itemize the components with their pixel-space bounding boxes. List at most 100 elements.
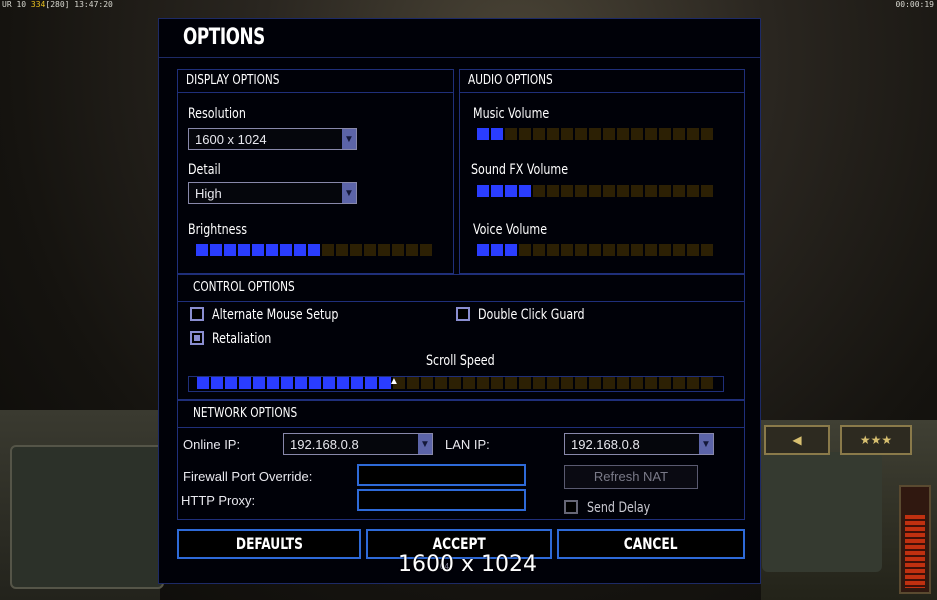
brightness-segment[interactable] <box>196 244 208 256</box>
scroll-speed-segment[interactable] <box>701 377 713 389</box>
sfx-volume-segment[interactable] <box>673 185 685 197</box>
brightness-segment[interactable] <box>420 244 432 256</box>
scroll-speed-segment[interactable] <box>267 377 279 389</box>
sfx-volume-segment[interactable] <box>589 185 601 197</box>
brightness-segment[interactable] <box>322 244 334 256</box>
sfx-volume-segment[interactable] <box>547 185 559 197</box>
scroll-speed-segment[interactable] <box>645 377 657 389</box>
chevron-down-icon[interactable]: ▼ <box>342 129 356 149</box>
chevron-down-icon[interactable]: ▼ <box>418 434 432 454</box>
sfx-volume-segment[interactable] <box>687 185 699 197</box>
detail-select[interactable]: High ▼ <box>188 182 357 204</box>
music-volume-segment[interactable] <box>631 128 643 140</box>
scroll-speed-segment[interactable] <box>239 377 251 389</box>
hud-arrow-button[interactable]: ◀ <box>764 425 830 455</box>
voice-volume-segment[interactable] <box>673 244 685 256</box>
sfx-volume-segment[interactable] <box>477 185 489 197</box>
voice-volume-segment[interactable] <box>505 244 517 256</box>
voice-volume-segment[interactable] <box>659 244 671 256</box>
scroll-speed-segment[interactable] <box>463 377 475 389</box>
scroll-speed-segment[interactable] <box>505 377 517 389</box>
scroll-speed-segment[interactable] <box>351 377 363 389</box>
voice-volume-segment[interactable] <box>575 244 587 256</box>
brightness-slider[interactable] <box>196 244 432 256</box>
brightness-segment[interactable] <box>392 244 404 256</box>
brightness-segment[interactable] <box>378 244 390 256</box>
music-volume-segment[interactable] <box>617 128 629 140</box>
online-ip-select[interactable]: 192.168.0.8 ▼ <box>283 433 433 455</box>
sfx-volume-segment[interactable] <box>659 185 671 197</box>
cancel-button[interactable]: CANCEL <box>557 529 745 559</box>
sfx-volume-segment[interactable] <box>575 185 587 197</box>
refresh-nat-button[interactable]: Refresh NAT <box>564 465 698 489</box>
music-volume-segment[interactable] <box>687 128 699 140</box>
double-click-guard-checkbox[interactable] <box>456 307 470 321</box>
scroll-speed-segment[interactable] <box>197 377 209 389</box>
music-volume-segment[interactable] <box>491 128 503 140</box>
music-volume-segment[interactable] <box>547 128 559 140</box>
voice-volume-segment[interactable] <box>701 244 713 256</box>
defaults-button[interactable]: DEFAULTS <box>177 529 361 559</box>
music-volume-segment[interactable] <box>659 128 671 140</box>
music-volume-segment[interactable] <box>519 128 531 140</box>
scroll-speed-segment[interactable] <box>253 377 265 389</box>
scroll-speed-track[interactable]: ▲ <box>188 376 724 392</box>
music-volume-segment[interactable] <box>505 128 517 140</box>
scroll-speed-segment[interactable] <box>589 377 601 389</box>
sfx-volume-segment[interactable] <box>491 185 503 197</box>
brightness-segment[interactable] <box>364 244 376 256</box>
music-volume-segment[interactable] <box>603 128 615 140</box>
scroll-speed-segment[interactable] <box>617 377 629 389</box>
voice-volume-slider[interactable] <box>477 244 713 256</box>
send-delay-checkbox[interactable] <box>564 500 578 514</box>
scroll-speed-segment[interactable] <box>533 377 545 389</box>
sfx-volume-segment[interactable] <box>631 185 643 197</box>
chevron-down-icon[interactable]: ▼ <box>342 183 356 203</box>
scroll-speed-segment[interactable] <box>659 377 671 389</box>
scroll-speed-segment[interactable] <box>561 377 573 389</box>
scroll-speed-segment[interactable] <box>309 377 321 389</box>
resolution-select[interactable]: 1600 x 1024 ▼ <box>188 128 357 150</box>
brightness-segment[interactable] <box>336 244 348 256</box>
scroll-speed-segment[interactable] <box>449 377 461 389</box>
brightness-segment[interactable] <box>210 244 222 256</box>
scroll-speed-segment[interactable] <box>603 377 615 389</box>
brightness-segment[interactable] <box>224 244 236 256</box>
voice-volume-segment[interactable] <box>687 244 699 256</box>
lan-ip-select[interactable]: 192.168.0.8 ▼ <box>564 433 714 455</box>
sfx-volume-segment[interactable] <box>617 185 629 197</box>
sfx-volume-segment[interactable] <box>519 185 531 197</box>
voice-volume-segment[interactable] <box>491 244 503 256</box>
sfx-volume-segment[interactable] <box>645 185 657 197</box>
sfx-volume-slider[interactable] <box>477 185 713 197</box>
brightness-segment[interactable] <box>406 244 418 256</box>
chevron-down-icon[interactable]: ▼ <box>699 434 713 454</box>
sfx-volume-segment[interactable] <box>561 185 573 197</box>
scroll-speed-segment[interactable] <box>673 377 685 389</box>
music-volume-segment[interactable] <box>561 128 573 140</box>
brightness-segment[interactable] <box>350 244 362 256</box>
voice-volume-segment[interactable] <box>589 244 601 256</box>
voice-volume-segment[interactable] <box>519 244 531 256</box>
music-volume-segment[interactable] <box>477 128 489 140</box>
scroll-speed-segment[interactable] <box>687 377 699 389</box>
music-volume-segment[interactable] <box>589 128 601 140</box>
scroll-speed-segment[interactable] <box>547 377 559 389</box>
scroll-speed-segment[interactable] <box>519 377 531 389</box>
scroll-speed-segment[interactable] <box>225 377 237 389</box>
scroll-speed-segment[interactable] <box>337 377 349 389</box>
voice-volume-segment[interactable] <box>547 244 559 256</box>
voice-volume-segment[interactable] <box>645 244 657 256</box>
hud-rank-button[interactable]: ★★★ <box>840 425 912 455</box>
scroll-speed-segment[interactable] <box>435 377 447 389</box>
retaliation-checkbox[interactable] <box>190 331 204 345</box>
alternate-mouse-checkbox[interactable] <box>190 307 204 321</box>
scroll-speed-segment[interactable] <box>575 377 587 389</box>
brightness-segment[interactable] <box>238 244 250 256</box>
sfx-volume-segment[interactable] <box>603 185 615 197</box>
http-proxy-field[interactable] <box>357 489 526 511</box>
scroll-speed-segment[interactable] <box>631 377 643 389</box>
brightness-segment[interactable] <box>308 244 320 256</box>
voice-volume-segment[interactable] <box>477 244 489 256</box>
scroll-speed-segment[interactable] <box>477 377 489 389</box>
